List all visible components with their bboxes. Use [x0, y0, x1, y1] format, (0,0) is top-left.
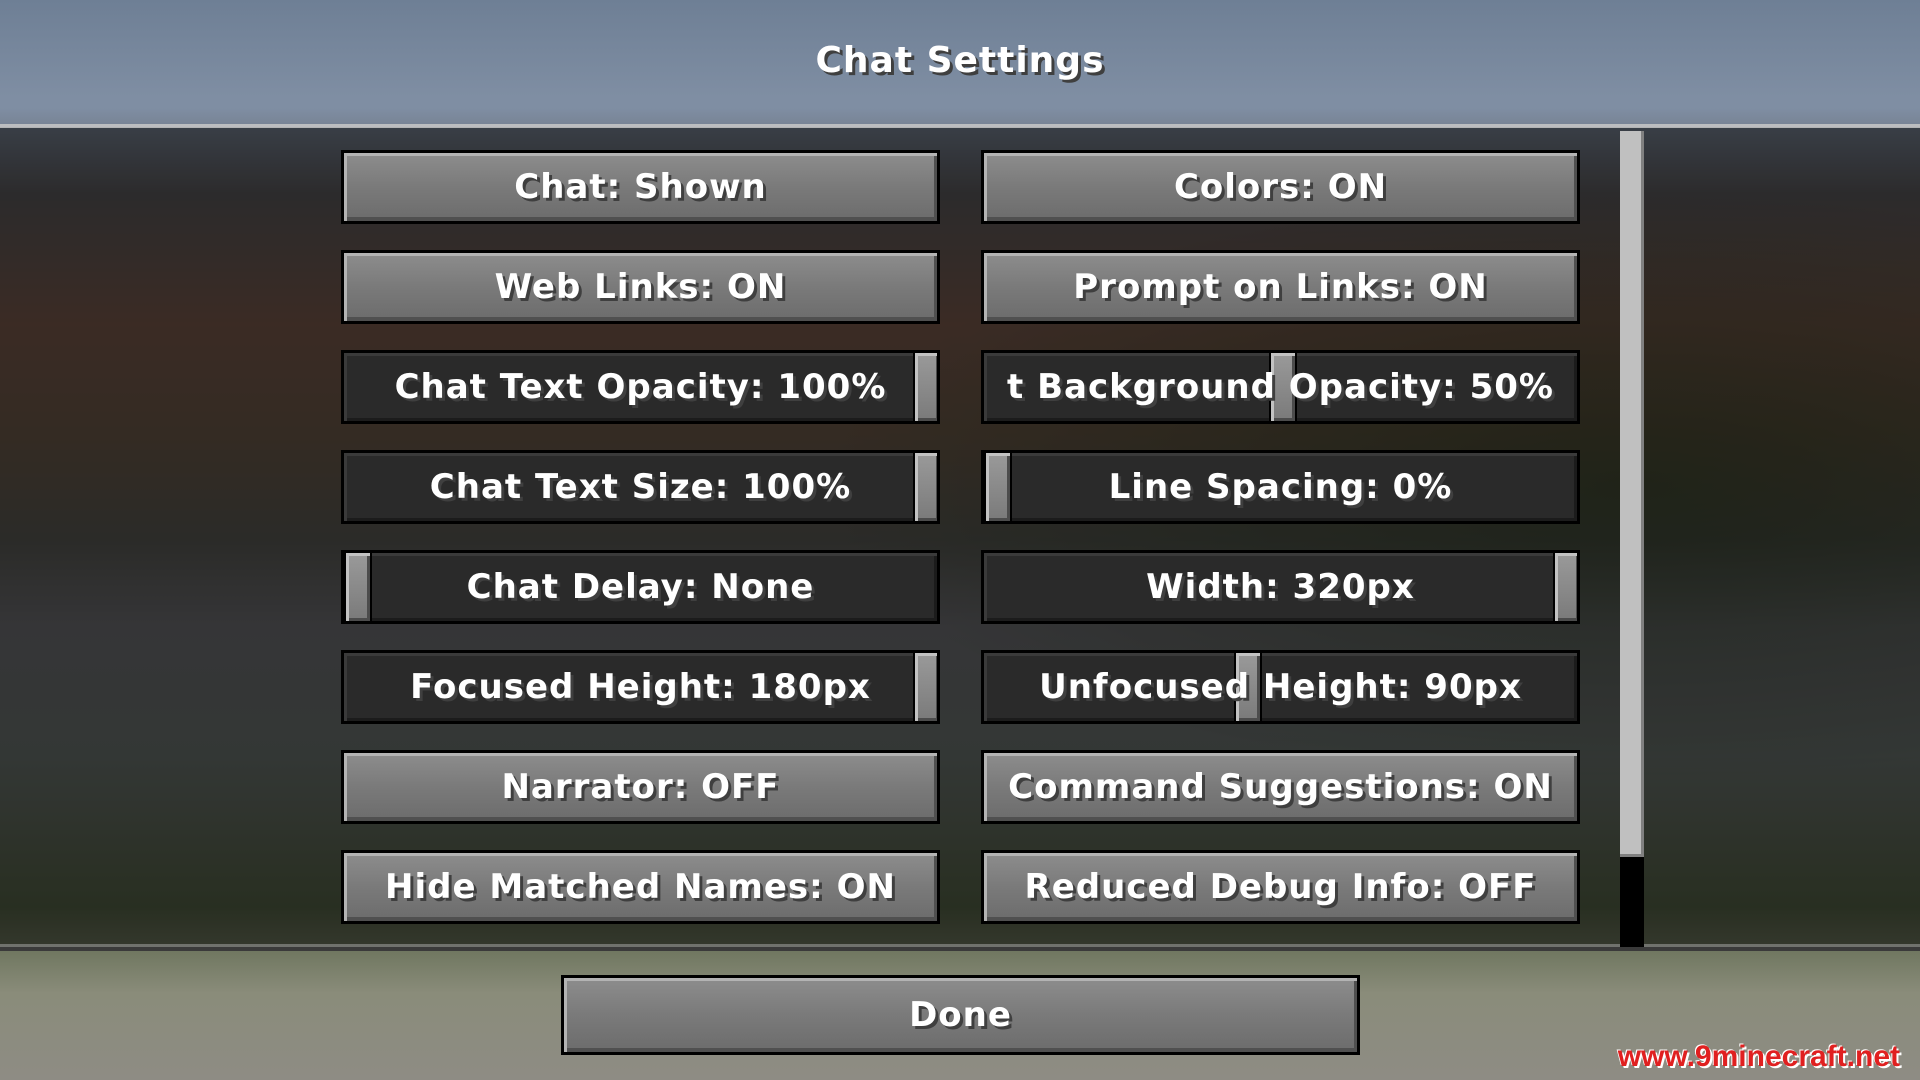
slider-knob[interactable] [984, 453, 1012, 521]
done-button-label: Done [909, 995, 1012, 1035]
toggle-button-command-suggestions-on[interactable]: Command Suggestions: ON [981, 750, 1580, 824]
option-label: Focused Height: 180px [410, 667, 871, 707]
list-top-edge [0, 124, 1920, 128]
option-label: Chat Text Opacity: 100% [394, 367, 887, 407]
option-label: Command Suggestions: ON [1008, 767, 1553, 807]
option-label: Chat: Shown [514, 167, 767, 207]
slider-focused-height-180px[interactable]: Focused Height: 180px [341, 650, 940, 724]
option-label: t Background Opacity: 50% [1007, 367, 1554, 407]
option-label: Narrator: OFF [501, 767, 780, 807]
option-label: Reduced Debug Info: OFF [1024, 867, 1537, 907]
option-label: Chat Delay: None [466, 567, 815, 607]
option-label: Unfocused Height: 90px [1039, 667, 1522, 707]
toggle-button-reduced-debug-info-off[interactable]: Reduced Debug Info: OFF [981, 850, 1580, 924]
watermark: www.9minecraft.net [1617, 1040, 1900, 1073]
toggle-button-colors-on[interactable]: Colors: ON [981, 150, 1580, 224]
slider-line-spacing-0[interactable]: Line Spacing: 0% [981, 450, 1580, 524]
slider-knob[interactable] [913, 653, 937, 721]
done-button[interactable]: Done [561, 975, 1360, 1055]
option-label: Colors: ON [1173, 167, 1388, 207]
option-label: Line Spacing: 0% [1108, 467, 1453, 507]
slider-width-320px[interactable]: Width: 320px [981, 550, 1580, 624]
toggle-button-hide-matched-names-on[interactable]: Hide Matched Names: ON [341, 850, 940, 924]
slider-chat-delay-none[interactable]: Chat Delay: None [341, 550, 940, 624]
option-label: Prompt on Links: ON [1073, 267, 1488, 307]
slider-unfocused-height-90px[interactable]: Unfocused Height: 90px [981, 650, 1580, 724]
toggle-button-web-links-on[interactable]: Web Links: ON [341, 250, 940, 324]
slider-knob[interactable] [1553, 553, 1577, 621]
option-label: Hide Matched Names: ON [385, 867, 896, 907]
slider-knob[interactable] [913, 353, 937, 421]
page-title: Chat Settings [815, 40, 1105, 81]
scrollbar-thumb[interactable] [1620, 131, 1644, 857]
toggle-button-narrator-off[interactable]: Narrator: OFF [341, 750, 940, 824]
option-label: Chat Text Size: 100% [429, 467, 852, 507]
option-label: Web Links: ON [494, 267, 787, 307]
slider-t-background-opacity-50[interactable]: t Background Opacity: 50% [981, 350, 1580, 424]
slider-knob[interactable] [344, 553, 372, 621]
toggle-button-prompt-on-links-on[interactable]: Prompt on Links: ON [981, 250, 1580, 324]
slider-chat-text-size-100[interactable]: Chat Text Size: 100% [341, 450, 940, 524]
option-label: Width: 320px [1146, 567, 1415, 607]
slider-knob[interactable] [913, 453, 937, 521]
list-bottom-edge [0, 944, 1920, 951]
toggle-button-chat-shown[interactable]: Chat: Shown [341, 150, 940, 224]
slider-chat-text-opacity-100[interactable]: Chat Text Opacity: 100% [341, 350, 940, 424]
